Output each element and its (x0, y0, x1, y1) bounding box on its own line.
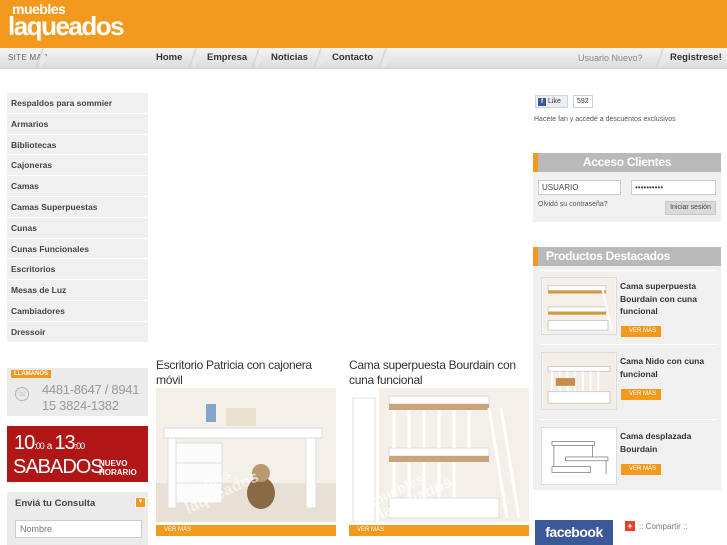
featured-name[interactable]: Cama superpuesta Bourdain con cuna funci… (620, 280, 718, 318)
nav-separator (660, 48, 670, 69)
hours-nuevo-horario: NUEVO HORARIO (99, 459, 137, 477)
ver-mas-button[interactable]: VER MÁS (349, 525, 529, 536)
username-input[interactable] (538, 180, 621, 195)
hours-banner: 10:00 a 13:00 SABADOS NUEVO HORARIO (7, 426, 148, 482)
ver-mas-button[interactable]: VER MÁS (621, 389, 661, 400)
consulta-title: Enviá tu Consulta (15, 498, 96, 509)
hours-from-min: :00 (34, 441, 44, 451)
share-widget[interactable]: +:: Compartir :: (625, 521, 687, 531)
product-image[interactable]: muebles laqueados (156, 388, 336, 522)
navbar: SITE MAP Home Empresa Noticias Contacto … (0, 48, 727, 69)
accent-bar (533, 153, 538, 172)
featured-thumb[interactable] (541, 277, 617, 335)
facebook-f-icon: f (538, 98, 546, 106)
nav-contacto[interactable]: Contacto (332, 52, 373, 63)
featured-thumb[interactable] (541, 427, 617, 485)
category-item[interactable]: Cajoneras (7, 155, 148, 177)
register-link[interactable]: Registrese! (670, 52, 722, 63)
nav-noticias[interactable]: Noticias (271, 52, 308, 63)
like-count: 592 (573, 95, 593, 108)
category-menu: Respaldos para sommier Armarios Bibliote… (7, 93, 148, 343)
phone-box: LLAMANOS ☏ 4481-8647 / 8941 15 3824-1382 (7, 368, 148, 416)
facebook-logo[interactable]: facebook (535, 520, 613, 545)
featured-name[interactable]: Cama Nido con cuna funcional (620, 355, 718, 380)
product-title[interactable]: Cama superpuesta Bourdain con cuna funci… (349, 358, 529, 388)
product-card[interactable]: Cama superpuesta Bourdain con cuna funci… (349, 358, 529, 536)
page: muebles laqueados SITE MAP Home Empresa … (0, 0, 727, 545)
nav-separator (383, 48, 393, 69)
product-card[interactable]: Escritorio Patricia con cajonera móvil m… (156, 358, 336, 536)
logo[interactable]: muebles laqueados (8, 2, 125, 41)
fan-text: Hacete fan y accedé a descuentos exclusi… (534, 116, 676, 123)
login-button[interactable]: Iniciar sesión (665, 201, 716, 215)
chevron-down-icon[interactable]: ▼ (135, 497, 146, 508)
phone-number-1: 4481-8647 / 8941 (42, 382, 140, 397)
product-title[interactable]: Escritorio Patricia con cajonera móvil (156, 358, 336, 388)
ver-mas-button[interactable]: VER MÁS (621, 464, 661, 475)
category-item[interactable]: Camas Superpuestas (7, 197, 148, 218)
ver-mas-button[interactable]: VER MÁS (156, 525, 336, 536)
divider (541, 270, 717, 271)
plus-icon[interactable]: + (625, 521, 635, 531)
category-item[interactable]: Mesas de Luz (7, 280, 148, 301)
hours-to: 13 (54, 432, 75, 454)
category-item[interactable]: Armarios (7, 114, 148, 135)
password-input[interactable] (631, 180, 716, 195)
featured-item[interactable]: Cama superpuesta Bourdain con cuna funci… (541, 277, 717, 337)
like-label: Like (548, 98, 561, 105)
user-new-link[interactable]: Usuario Nuevo? (578, 53, 643, 63)
category-item[interactable]: Respaldos para sommier (7, 93, 148, 114)
category-item[interactable]: Cunas (7, 218, 148, 239)
category-item[interactable]: Escritorios (7, 259, 148, 281)
nav-separator (318, 48, 328, 69)
category-item[interactable]: Cambiadores (7, 301, 148, 322)
client-login-title: Acceso Clientes (533, 153, 721, 172)
category-item[interactable]: Cunas Funcionales (7, 239, 148, 260)
featured-item[interactable]: Cama desplazada Bourdain VER MÁS (541, 427, 717, 487)
nav-empresa[interactable]: Empresa (207, 52, 247, 63)
hours-time: 10:00 a 13:00 (14, 432, 85, 455)
nav-separator (193, 48, 203, 69)
phone-tag: LLAMANOS (11, 370, 51, 378)
ver-mas-button[interactable]: VER MÁS (621, 326, 661, 337)
share-label[interactable]: :: Compartir :: (639, 522, 687, 531)
featured-products: Productos Destacados Cama superpuesta Bo… (533, 247, 721, 490)
client-login-box: Acceso Clientes Olvidó su contraseña? In… (533, 153, 721, 222)
forgot-password-link[interactable]: Olvidó su contraseña? (538, 201, 608, 208)
featured-name[interactable]: Cama desplazada Bourdain (620, 430, 718, 455)
logo-line2: laqueados (8, 11, 125, 41)
hours-to-min: :00 (74, 441, 85, 451)
hours-nuevo: NUEVO (99, 459, 128, 468)
nav-home[interactable]: Home (156, 52, 182, 63)
hours-from: 10 (14, 432, 35, 454)
featured-thumb[interactable] (541, 352, 617, 410)
consulta-box: Enviá tu Consulta ▼ (7, 492, 148, 545)
nombre-input[interactable] (15, 520, 142, 538)
hours-a: a (46, 441, 52, 452)
divider (541, 419, 717, 420)
featured-item[interactable]: Cama Nido con cuna funcional VER MÁS (541, 352, 717, 412)
nav-separator (256, 48, 266, 69)
category-item[interactable]: Camas (7, 176, 148, 197)
divider (541, 344, 717, 345)
header: muebles laqueados (0, 0, 727, 48)
accent-bar (533, 247, 538, 266)
category-item[interactable]: Dressoir (7, 322, 148, 343)
hours-days: SABADOS (13, 456, 104, 478)
phone-icon: ☏ (15, 387, 29, 401)
product-image[interactable]: muebles laqueados (349, 388, 529, 522)
like-button[interactable]: f Like (535, 95, 568, 108)
featured-title: Productos Destacados (533, 247, 721, 266)
category-item[interactable]: Bibliotecas (7, 135, 148, 156)
hours-horario: HORARIO (99, 468, 137, 477)
phone-number-2: 15 3824-1382 (42, 398, 119, 413)
nav-separator (40, 48, 50, 69)
